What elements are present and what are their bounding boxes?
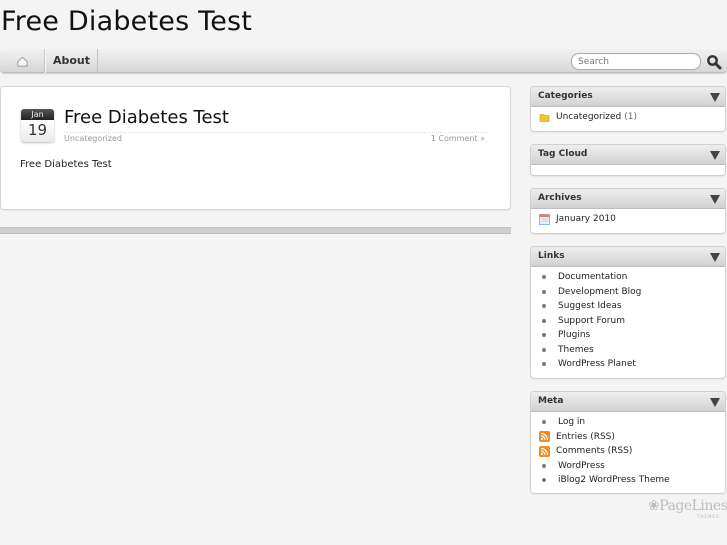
archive-label: January 2010 [556, 214, 616, 225]
widget-title: Tag Cloud [538, 149, 588, 159]
bullet-icon [542, 478, 546, 483]
archive-item[interactable]: January 2010 [531, 212, 725, 227]
link-item-development-blog[interactable]: Development Blog [531, 285, 725, 300]
nav-home-button[interactable] [0, 49, 45, 73]
post-meta-divider [64, 132, 487, 133]
bullet-icon [542, 275, 546, 280]
meta-item-iblog2-theme[interactable]: iBlog2 WordPress Theme [531, 473, 725, 488]
widget-header[interactable]: Meta [531, 392, 725, 412]
widget-header[interactable]: Categories [531, 87, 725, 107]
widget-archives: Archives January 2010 [530, 188, 726, 234]
category-label: Uncategorized [556, 112, 622, 123]
post-card: Jan 19 Free Diabetes Test Uncategorized … [0, 86, 511, 210]
link-label: Themes [558, 344, 594, 355]
meta-item-log-in[interactable]: Log in [531, 415, 725, 430]
home-icon [16, 56, 28, 67]
meta-item-entries-rss[interactable]: Entries (RSS) [531, 430, 725, 445]
widget-categories: Categories Uncategorized (1) [530, 86, 726, 132]
bullet-icon [542, 333, 546, 338]
date-month: Jan [21, 109, 54, 120]
collapse-triangle-icon[interactable] [710, 195, 720, 204]
site-title[interactable]: Free Diabetes Test [1, 6, 252, 37]
widget-title: Meta [538, 396, 564, 406]
link-label: Plugins [558, 330, 591, 341]
nav-bar: About [0, 49, 727, 73]
bullet-icon [542, 318, 546, 323]
link-item-themes[interactable]: Themes [531, 343, 725, 358]
meta-item-comments-rss[interactable]: Comments (RSS) [531, 444, 725, 459]
rss-icon [539, 431, 550, 443]
bullet-icon [542, 420, 546, 425]
bullet-icon [542, 463, 546, 468]
link-label: Support Forum [558, 315, 625, 326]
meta-label: WordPress [558, 460, 605, 471]
category-item[interactable]: Uncategorized (1) [531, 110, 725, 125]
bullet-icon [542, 362, 546, 367]
widget-meta: Meta Log in Entries (RSS) Comments (RSS)… [530, 391, 726, 494]
link-item-documentation[interactable]: Documentation [531, 270, 725, 285]
meta-label: Entries (RSS) [556, 431, 615, 442]
bullet-icon [542, 304, 546, 309]
search-button[interactable] [705, 54, 723, 70]
folder-icon [539, 113, 550, 122]
category-count: (1) [624, 112, 637, 123]
link-item-wordpress-planet[interactable]: WordPress Planet [531, 357, 725, 372]
bullet-icon [542, 289, 546, 294]
collapse-triangle-icon[interactable] [710, 253, 720, 262]
meta-label: Log in [558, 417, 586, 428]
pagelines-logo-sub: THEMES [697, 514, 720, 519]
link-item-plugins[interactable]: Plugins [531, 328, 725, 343]
link-item-suggest-ideas[interactable]: Suggest Ideas [531, 299, 725, 314]
search-input[interactable] [571, 53, 701, 70]
widget-title: Categories [538, 91, 593, 101]
rss-icon [539, 445, 550, 457]
post-category-link[interactable]: Uncategorized [64, 134, 122, 143]
post-body: Free Diabetes Test [20, 159, 112, 170]
bullet-icon [542, 347, 546, 352]
collapse-triangle-icon[interactable] [710, 151, 720, 160]
meta-label: iBlog2 WordPress Theme [558, 475, 670, 486]
post-title[interactable]: Free Diabetes Test [64, 107, 229, 128]
widget-header[interactable]: Archives [531, 189, 725, 209]
collapse-triangle-icon[interactable] [710, 398, 720, 407]
calendar-icon [539, 213, 550, 225]
meta-label: Comments (RSS) [556, 446, 633, 457]
widget-tag-cloud: Tag Cloud [530, 144, 726, 176]
widget-title: Links [538, 251, 565, 261]
link-label: Documentation [558, 272, 628, 283]
widget-title: Archives [538, 193, 582, 203]
pagelines-logo-text: PageLines [659, 498, 727, 514]
date-day: 19 [21, 120, 54, 142]
link-label: Development Blog [558, 286, 642, 297]
link-label: Suggest Ideas [558, 301, 622, 312]
search-icon [707, 55, 722, 70]
widget-header[interactable]: Links [531, 247, 725, 267]
date-badge: Jan 19 [21, 109, 54, 142]
leaf-icon: ❀ [648, 498, 660, 514]
widget-header[interactable]: Tag Cloud [531, 145, 725, 165]
meta-item-wordpress[interactable]: WordPress [531, 459, 725, 474]
link-item-support-forum[interactable]: Support Forum [531, 314, 725, 329]
content-divider [0, 227, 511, 234]
widget-links: Links Documentation Development Blog Sug… [530, 246, 726, 379]
link-label: WordPress Planet [558, 359, 636, 370]
collapse-triangle-icon[interactable] [710, 93, 720, 102]
nav-item-about[interactable]: About [45, 49, 98, 73]
post-comments-link[interactable]: 1 Comment » [431, 134, 485, 143]
pagelines-logo[interactable]: ❀PageLines [648, 498, 727, 514]
